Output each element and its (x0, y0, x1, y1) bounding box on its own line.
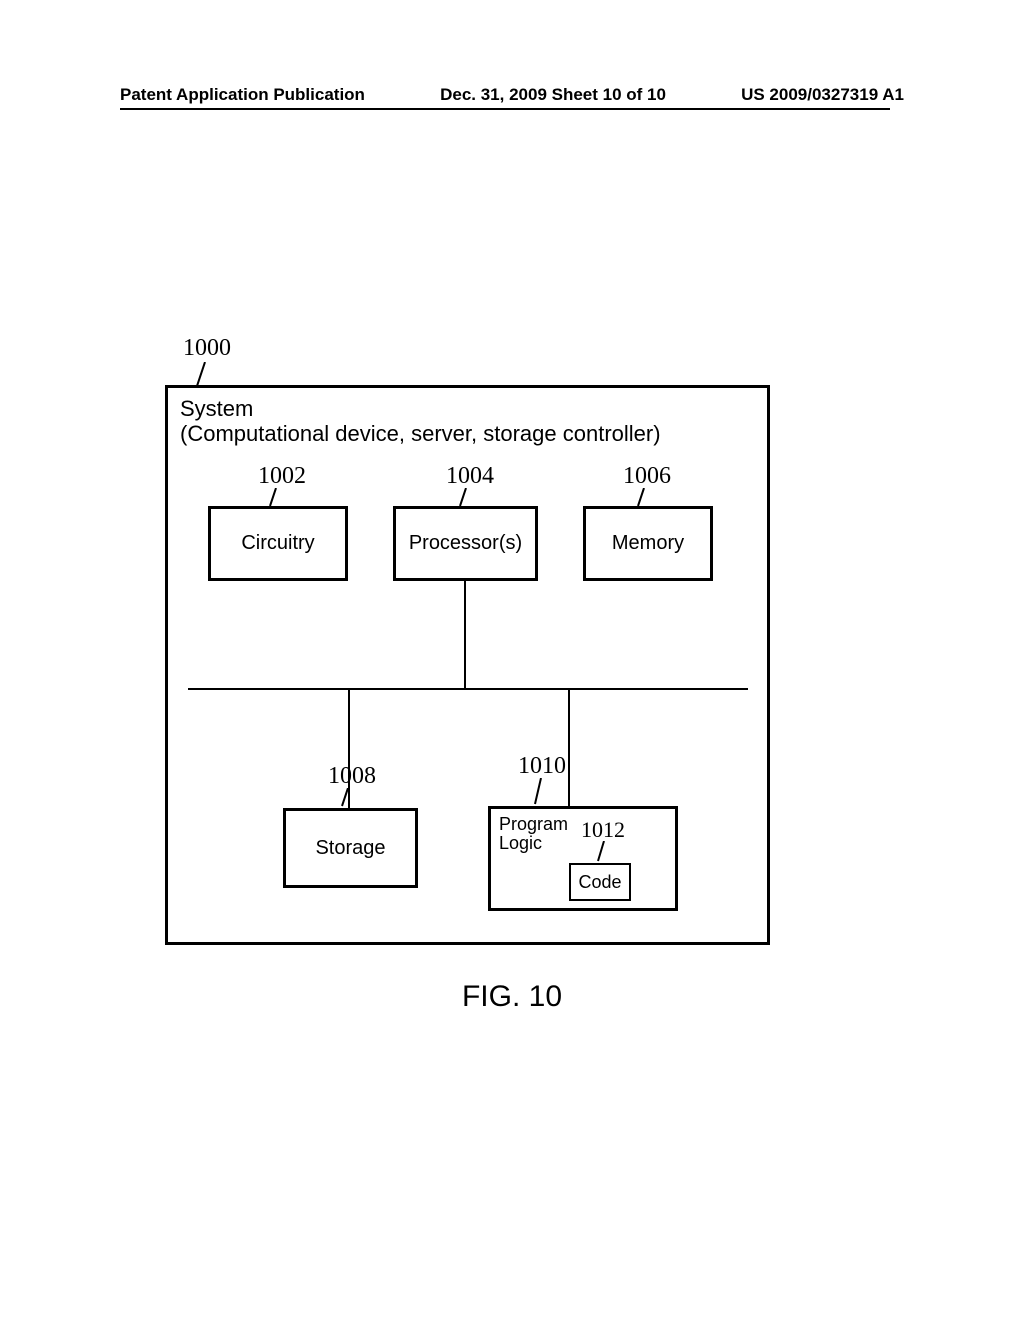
page-header: Patent Application Publication Dec. 31, … (0, 85, 1024, 105)
processors-box: Processor(s) (393, 506, 538, 581)
circuitry-box: Circuitry (208, 506, 348, 581)
circuitry-label: Circuitry (241, 532, 314, 555)
system-title: System (Computational device, server, st… (180, 396, 661, 447)
ref-1000: 1000 (183, 335, 231, 362)
storage-label: Storage (315, 837, 385, 860)
bus-line (188, 688, 748, 690)
leader-1006-icon (636, 488, 648, 508)
program-logic-label: Program Logic (499, 815, 568, 853)
code-box: Code (569, 863, 631, 901)
leader-1008-icon (340, 788, 352, 808)
header-right: US 2009/0327319 A1 (741, 85, 904, 105)
program-logic-bus-connector (568, 688, 570, 808)
system-box: System (Computational device, server, st… (165, 385, 770, 945)
ref-1010: 1010 (518, 753, 566, 780)
ref-1006: 1006 (623, 463, 671, 490)
code-label: Code (578, 872, 621, 893)
program-logic-line1: Program (499, 814, 568, 834)
program-logic-line2: Logic (499, 833, 542, 853)
figure-caption: FIG. 10 (0, 980, 1024, 1014)
leader-1012-icon (596, 841, 608, 863)
leader-1010-icon (533, 778, 545, 806)
ref-1002: 1002 (258, 463, 306, 490)
memory-box: Memory (583, 506, 713, 581)
header-center: Dec. 31, 2009 Sheet 10 of 10 (440, 85, 666, 105)
header-left: Patent Application Publication (120, 85, 365, 105)
leader-1004-icon (458, 488, 470, 508)
header-divider (120, 108, 890, 110)
processors-label: Processor(s) (409, 532, 522, 555)
program-logic-box: Program Logic 1012 Code (488, 806, 678, 911)
memory-label: Memory (612, 532, 684, 555)
ref-1004: 1004 (446, 463, 494, 490)
ref-1012: 1012 (581, 817, 625, 843)
system-title-line2: (Computational device, server, storage c… (180, 421, 661, 446)
leader-1002-icon (268, 488, 280, 508)
ref-1008: 1008 (328, 763, 376, 790)
figure-diagram: 1000 System (Computational device, serve… (165, 340, 770, 960)
system-title-line1: System (180, 396, 253, 421)
storage-box: Storage (283, 808, 418, 888)
processor-bus-connector (464, 581, 466, 688)
